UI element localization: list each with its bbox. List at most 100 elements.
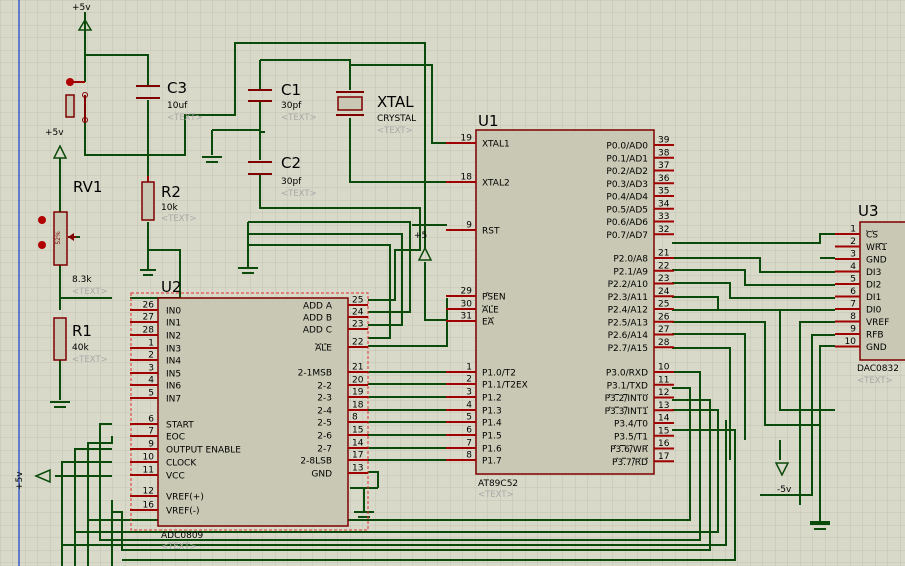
u2-pin-number: 28 bbox=[143, 326, 155, 336]
u2-pin-number: 12 bbox=[143, 487, 154, 497]
u2-pin-name: 2-1MSB bbox=[298, 369, 332, 379]
u1-pin-name: P1.3 bbox=[482, 407, 502, 417]
u1-pin-name: P2.2/A10 bbox=[608, 280, 649, 290]
u1-pin-name: P1.5 bbox=[482, 432, 502, 442]
u2-ref: U2 bbox=[161, 278, 182, 296]
u1-ref: U1 bbox=[478, 112, 499, 130]
u1-pin-number: 31 bbox=[461, 312, 472, 322]
u2-pin-number: 22 bbox=[352, 338, 363, 348]
rv1-body-text: 52% bbox=[55, 231, 62, 245]
u3-text-tag: <TEXT> bbox=[857, 376, 893, 386]
u1-pin-name: P3.2/INT0 bbox=[605, 394, 649, 404]
u1-pin-name: P1.2 bbox=[482, 394, 502, 404]
u1-pin-name: XTAL1 bbox=[482, 140, 510, 150]
u2-pin-name: IN3 bbox=[166, 345, 181, 355]
u2-pin-number: 19 bbox=[352, 388, 364, 398]
u3-pin-name: GND bbox=[866, 256, 887, 266]
u1-pin-number: 26 bbox=[658, 312, 670, 322]
c2-text-tag: <TEXT> bbox=[281, 189, 317, 199]
u2-pin-number: 13 bbox=[352, 464, 363, 474]
u2-pin-name: 2-4 bbox=[317, 407, 332, 417]
u2-part: ADC0809 bbox=[161, 531, 204, 541]
u1-pin-name: P3.5/T1 bbox=[614, 432, 648, 442]
r1-value: 40k bbox=[72, 343, 89, 353]
u1-text-tag: <TEXT> bbox=[478, 490, 514, 500]
xtal-value: CRYSTAL bbox=[377, 114, 416, 124]
u2-pin-number: 21 bbox=[352, 363, 363, 373]
u1-pin-name: P0.0/AD0 bbox=[606, 142, 648, 152]
u3-pin-name: DI2 bbox=[866, 281, 881, 291]
u1-pin-number: 18 bbox=[461, 173, 473, 183]
u2-pin-number: 18 bbox=[352, 401, 364, 411]
u1-pin-name: P0.2/AD2 bbox=[606, 167, 648, 177]
u3-pin-name: DI0 bbox=[866, 306, 882, 316]
u3-pin-name: WR1 bbox=[866, 243, 887, 253]
u1-pin-name: P0.4/AD4 bbox=[606, 193, 648, 203]
r1-ref: R1 bbox=[72, 322, 92, 340]
u2-pin-number: 6 bbox=[148, 415, 154, 425]
u2-pin-name: VCC bbox=[166, 472, 185, 482]
u2-pin-number: 25 bbox=[352, 296, 363, 306]
c2-value: 30pf bbox=[281, 177, 302, 187]
u2-pin-name: VREF(+) bbox=[166, 493, 204, 503]
u1-pin-number: 29 bbox=[461, 287, 473, 297]
u1-pin-number: 30 bbox=[461, 300, 473, 310]
c3-ref: C3 bbox=[167, 79, 187, 97]
schematic-svg: 52% 26IN027IN128IN21IN32IN43IN54IN65IN76… bbox=[0, 0, 905, 566]
u1-pin-name: P2.7/A15 bbox=[608, 344, 648, 354]
u3-pin-name: CS bbox=[866, 231, 878, 241]
u2-text-tag: <TEXT> bbox=[161, 542, 197, 552]
c1-value: 30pf bbox=[281, 101, 302, 111]
u3-pin-number: 3 bbox=[850, 250, 856, 260]
u2-pin-name: ADD C bbox=[303, 326, 332, 336]
c1-ref: C1 bbox=[281, 81, 301, 99]
xtal-ref: XTAL bbox=[377, 93, 414, 111]
u1-pin-name: P3.1/TXD bbox=[607, 381, 648, 391]
power-label-neg: -5v bbox=[777, 485, 792, 495]
u3-pin-number: 1 bbox=[850, 225, 856, 235]
u1-pin-number: 38 bbox=[658, 148, 670, 158]
u1-pin-number: 10 bbox=[658, 363, 670, 373]
u1-pin-name: XTAL2 bbox=[482, 179, 510, 189]
u1-pin-name: P3.0/RXD bbox=[606, 369, 648, 379]
u1-pin-name: P0.6/AD6 bbox=[606, 218, 648, 228]
u2-pin-name: IN1 bbox=[166, 319, 181, 329]
c3-text-tag: <TEXT> bbox=[167, 113, 203, 123]
u3-ref: U3 bbox=[858, 202, 879, 220]
u2-pin-number: 16 bbox=[143, 501, 155, 511]
c3-value: 10uf bbox=[167, 101, 188, 111]
u2-pin-name: ALE bbox=[315, 344, 332, 354]
u1-pin-name: P0.1/AD1 bbox=[606, 154, 648, 164]
u1-pin-number: 28 bbox=[658, 338, 670, 348]
u1-pin-number: 15 bbox=[658, 426, 669, 436]
u1-pin-number: 39 bbox=[658, 136, 670, 146]
u3-pin-number: 2 bbox=[850, 237, 856, 247]
u3-pin-number: 7 bbox=[850, 300, 856, 310]
chip-u2: 26 IN0 27 IN1 28 IN2 1 IN3 2 IN4 3 IN5 4 IN6 5 IN7 6 STAR… bbox=[130, 292, 369, 531]
u2-pin-number: 17 bbox=[352, 451, 363, 461]
u1-pin-name: P2.3/A11 bbox=[608, 293, 648, 303]
u1-pin-name: P3.3/INT1 bbox=[605, 407, 648, 417]
rv1-value: 8.3k bbox=[72, 275, 92, 285]
u1-part: AT89C52 bbox=[478, 479, 518, 489]
u3-pin-name: DI1 bbox=[866, 293, 881, 303]
u1-pin-name: RST bbox=[482, 227, 500, 237]
u2-pin-name: 2-5 bbox=[317, 419, 332, 429]
u1-pin-number: 13 bbox=[658, 401, 669, 411]
u3-pin-name: GND bbox=[866, 343, 887, 353]
u1-pin-name: P3.4/T0 bbox=[614, 420, 648, 430]
u3-pin-name: RFB bbox=[866, 331, 884, 341]
u1-pin-number: 36 bbox=[658, 174, 670, 184]
u1-pin-number: 24 bbox=[658, 287, 670, 297]
u1-pin-number: 11 bbox=[658, 375, 669, 385]
u3-pin-number: 9 bbox=[850, 325, 856, 335]
u1-pin-name: P2.4/A12 bbox=[608, 306, 648, 316]
u3-pin-number: 5 bbox=[850, 275, 856, 285]
r2-value: 10k bbox=[161, 203, 178, 213]
u1-pin-number: 17 bbox=[658, 452, 669, 462]
u2-pin-number: 3 bbox=[148, 364, 154, 374]
u2-pin-number: 8 bbox=[352, 413, 358, 423]
u1-pin-name: P0.7/AD7 bbox=[606, 231, 648, 241]
u1-pin-name: P3.6/WR bbox=[610, 445, 648, 455]
u1-pin-number: 21 bbox=[658, 249, 669, 259]
